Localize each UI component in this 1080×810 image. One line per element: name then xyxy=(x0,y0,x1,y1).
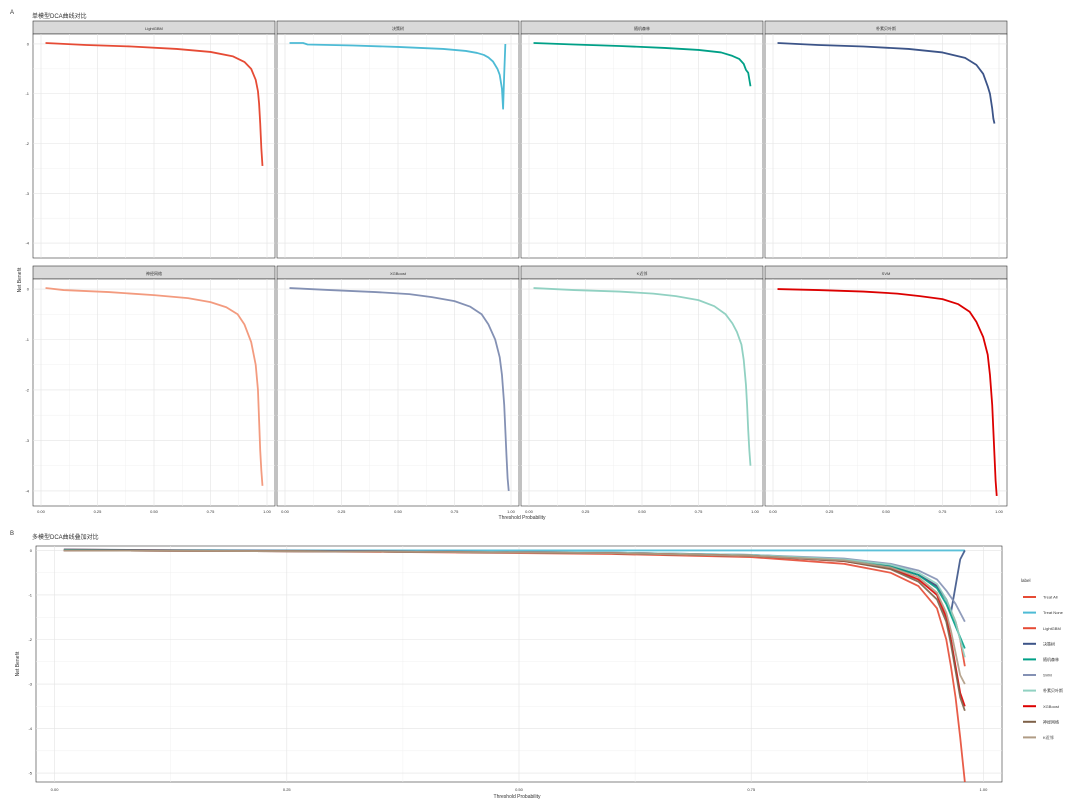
x-tick-label: 1.00 xyxy=(995,509,1004,514)
y-tick-label: -2 xyxy=(28,637,32,642)
panel-b-xlabel: Threshold Probability xyxy=(494,794,541,800)
facet-7: K近邻 0.00 0.25 0.50 0.75 1.00 xyxy=(520,265,764,514)
y-tick-label: -3 xyxy=(25,191,29,196)
facet-strip-label: 决策树 xyxy=(392,25,404,31)
legend-label: LightGBM xyxy=(1043,626,1061,631)
facet-5: 神经网络 0 -1 -2 -3 -4 0.00 0.25 0.50 0.75 1.00 xyxy=(25,265,276,514)
legend-label: 神经网络 xyxy=(1043,718,1059,724)
x-tick-label: 0.75 xyxy=(695,509,704,514)
legend-label: XGBoost xyxy=(1043,704,1060,709)
facet-2: 决策树 xyxy=(276,20,520,259)
x-tick-label: 0.75 xyxy=(747,787,756,792)
panel-b-title: 多模型DCA曲线叠加对比 xyxy=(32,533,99,541)
facet-4: 朴素贝叶斯 xyxy=(764,20,1008,259)
x-tick-label: 1.00 xyxy=(980,787,989,792)
x-tick-label: 0.25 xyxy=(338,509,347,514)
panel-b-tag: B xyxy=(10,531,14,537)
facet-strip-label: 朴素贝叶斯 xyxy=(876,25,896,31)
panel-b: B 多模型DCA曲线叠加对比 Net Benefit Threshold Probab… xyxy=(10,531,1064,800)
legend-label: 随机森林 xyxy=(1043,656,1059,662)
x-tick-label: 0.50 xyxy=(638,509,647,514)
facet-3: 随机森林 xyxy=(520,20,764,259)
x-tick-label: 1.00 xyxy=(507,509,516,514)
x-tick-label: 1.00 xyxy=(263,509,272,514)
x-tick-label: 0.25 xyxy=(283,787,292,792)
legend-label: 决策树 xyxy=(1043,640,1055,646)
y-tick-label: -1 xyxy=(25,91,29,96)
x-tick-label: 0.50 xyxy=(150,509,159,514)
dca-figure: A 单模型DCA曲线对比 Net Benefit Threshold Probabil… xyxy=(0,0,1080,810)
facet-strip-label: XGBoost xyxy=(390,271,407,276)
x-tick-label: 0.25 xyxy=(94,509,103,514)
x-tick-label: 0.00 xyxy=(769,509,778,514)
panel-a-ylabel: Net Benefit xyxy=(17,267,23,292)
legend-label: K近邻 xyxy=(1043,734,1054,740)
facet-strip-label: 随机森林 xyxy=(634,25,650,31)
panel-a-xlabel: Threshold Probability xyxy=(499,515,546,521)
panel-b-ylabel: Net Benefit xyxy=(15,651,21,676)
y-tick-label: 0 xyxy=(30,548,33,553)
x-tick-label: 0.25 xyxy=(826,509,835,514)
facet-strip-label: 神经网络 xyxy=(146,270,162,276)
x-tick-label: 0.75 xyxy=(451,509,460,514)
x-tick-label: 0.50 xyxy=(882,509,891,514)
facet-strip-label: K近邻 xyxy=(637,270,648,276)
y-tick-label: -5 xyxy=(28,771,32,776)
x-tick-label: 0.75 xyxy=(207,509,216,514)
facet-1: LightGBM 0 -1 -2 -3 -4 xyxy=(25,20,276,259)
y-tick-label: -4 xyxy=(25,488,29,493)
legend-label: Treat None xyxy=(1043,610,1064,615)
facet-strip-label: SVM xyxy=(882,271,891,276)
legend-label: 朴素贝叶斯 xyxy=(1043,687,1063,693)
y-tick-label: -1 xyxy=(25,337,29,342)
facet-strip-label: LightGBM xyxy=(145,26,163,31)
x-tick-label: 0.50 xyxy=(515,787,524,792)
y-tick-label: -4 xyxy=(28,726,32,731)
y-tick-label: -2 xyxy=(25,387,29,392)
dca-figure-svg: A 单模型DCA曲线对比 Net Benefit Threshold Probabil… xyxy=(10,10,1064,800)
y-tick-label: -2 xyxy=(25,141,29,146)
panel-a-title: 单模型DCA曲线对比 xyxy=(32,12,87,20)
x-tick-label: 0.00 xyxy=(281,509,290,514)
facet-6: XGBoost 0.00 0.25 0.50 0.75 1.00 xyxy=(276,265,520,514)
x-tick-label: 0.50 xyxy=(394,509,403,514)
legend-title: label xyxy=(1021,578,1031,583)
x-tick-label: 0.75 xyxy=(939,509,948,514)
x-tick-label: 0.00 xyxy=(525,509,534,514)
legend: label Treat All Treat None LightGBM 决策树随机森林 S… xyxy=(1021,578,1064,740)
x-tick-label: 0.00 xyxy=(51,787,60,792)
y-tick-label: -1 xyxy=(28,592,32,597)
x-tick-label: 0.00 xyxy=(37,509,46,514)
facet-8: SVM 0.00 0.25 0.50 0.75 1.00 xyxy=(764,265,1008,514)
x-tick-label: 0.25 xyxy=(582,509,591,514)
y-tick-label: 0 xyxy=(27,41,30,46)
panel-a-tag: A xyxy=(10,10,14,16)
y-tick-label: -3 xyxy=(28,682,32,687)
legend-label: SVM xyxy=(1043,673,1052,678)
y-tick-label: 0 xyxy=(27,287,30,292)
x-tick-label: 1.00 xyxy=(751,509,760,514)
panel-a: A 单模型DCA曲线对比 Net Benefit Threshold Probabil… xyxy=(10,10,1008,521)
y-tick-label: -3 xyxy=(25,438,29,443)
legend-label: Treat All xyxy=(1043,595,1058,600)
y-tick-label: -4 xyxy=(25,241,29,246)
